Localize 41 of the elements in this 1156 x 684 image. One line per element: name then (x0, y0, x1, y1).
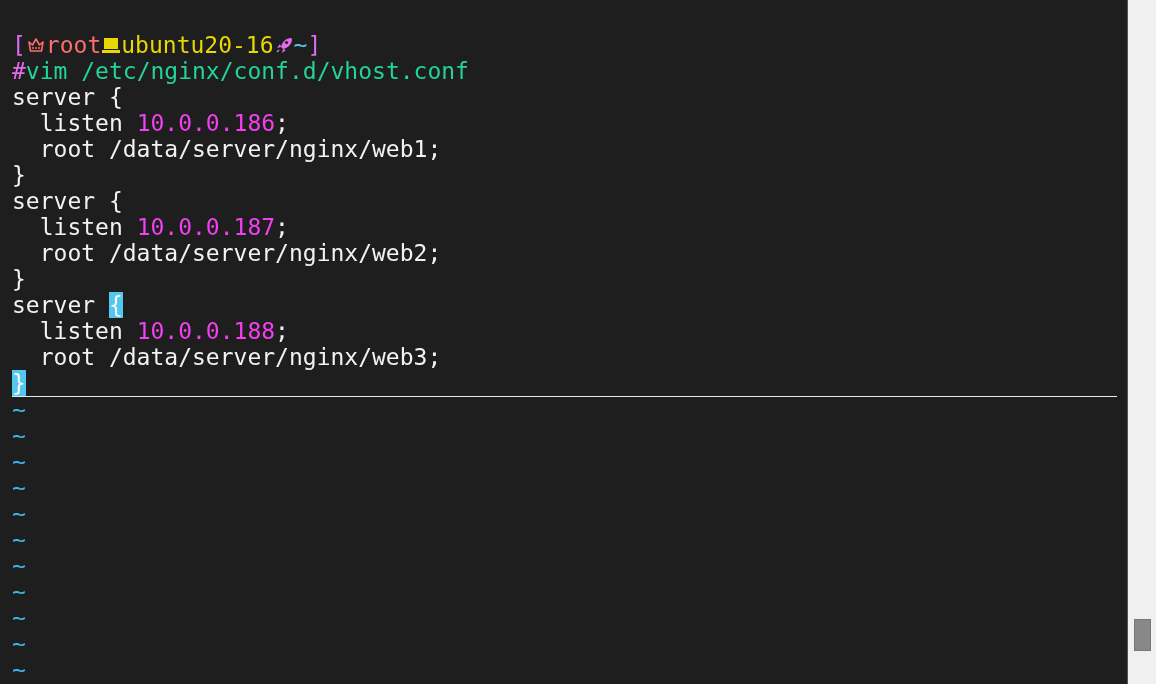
ip-address: 10.0.0.188 (136, 318, 276, 344)
empty-line-marker: ~ (12, 579, 26, 605)
scrollbar[interactable] (1128, 0, 1156, 684)
laptop-icon (101, 35, 122, 55)
code-text: server { (12, 188, 123, 214)
empty-line-marker: ~ (12, 657, 26, 683)
host-name: ubuntu20-16 (121, 32, 274, 58)
code-text: } (12, 266, 26, 292)
code-text: ; (275, 318, 289, 344)
user-name: root (45, 32, 102, 58)
empty-line-marker: ~ (12, 527, 26, 553)
code-text: } (12, 162, 26, 188)
empty-line-marker: ~ (12, 397, 26, 423)
code-text: server (12, 292, 97, 318)
code-text: ; (275, 110, 289, 136)
prompt-bracket: [ (12, 32, 26, 58)
ip-address: 10.0.0.187 (136, 214, 276, 240)
empty-line-marker: ~ (12, 423, 26, 449)
empty-line-marker: ~ (12, 631, 26, 657)
empty-line-marker: ~ (12, 605, 26, 631)
matched-brace: } (12, 370, 26, 396)
empty-line-marker: ~ (12, 553, 26, 579)
code-text: root /data/server/nginx/web3; (38, 344, 442, 370)
scrollbar-thumb[interactable] (1133, 619, 1151, 651)
prompt-bracket: ] (307, 32, 322, 58)
current-path: ~ (293, 32, 308, 58)
code-text: listen (38, 318, 124, 344)
matched-brace: { (108, 292, 123, 318)
code-text: listen (38, 110, 124, 136)
code-text: root /data/server/nginx/web2; (38, 240, 442, 266)
code-text: root /data/server/nginx/web1; (38, 136, 442, 162)
crown-icon (25, 35, 46, 55)
code-text: listen (38, 214, 124, 240)
empty-line-marker: ~ (12, 475, 26, 501)
ip-address: 10.0.0.186 (136, 110, 276, 136)
empty-line-marker: ~ (12, 501, 26, 527)
command-text: vim /etc/nginx/conf.d/vhost.conf (25, 58, 469, 84)
code-text: server { (12, 84, 123, 110)
code-text: ; (275, 214, 289, 240)
prompt-symbol: # (12, 58, 26, 84)
empty-line-marker: ~ (12, 449, 26, 475)
